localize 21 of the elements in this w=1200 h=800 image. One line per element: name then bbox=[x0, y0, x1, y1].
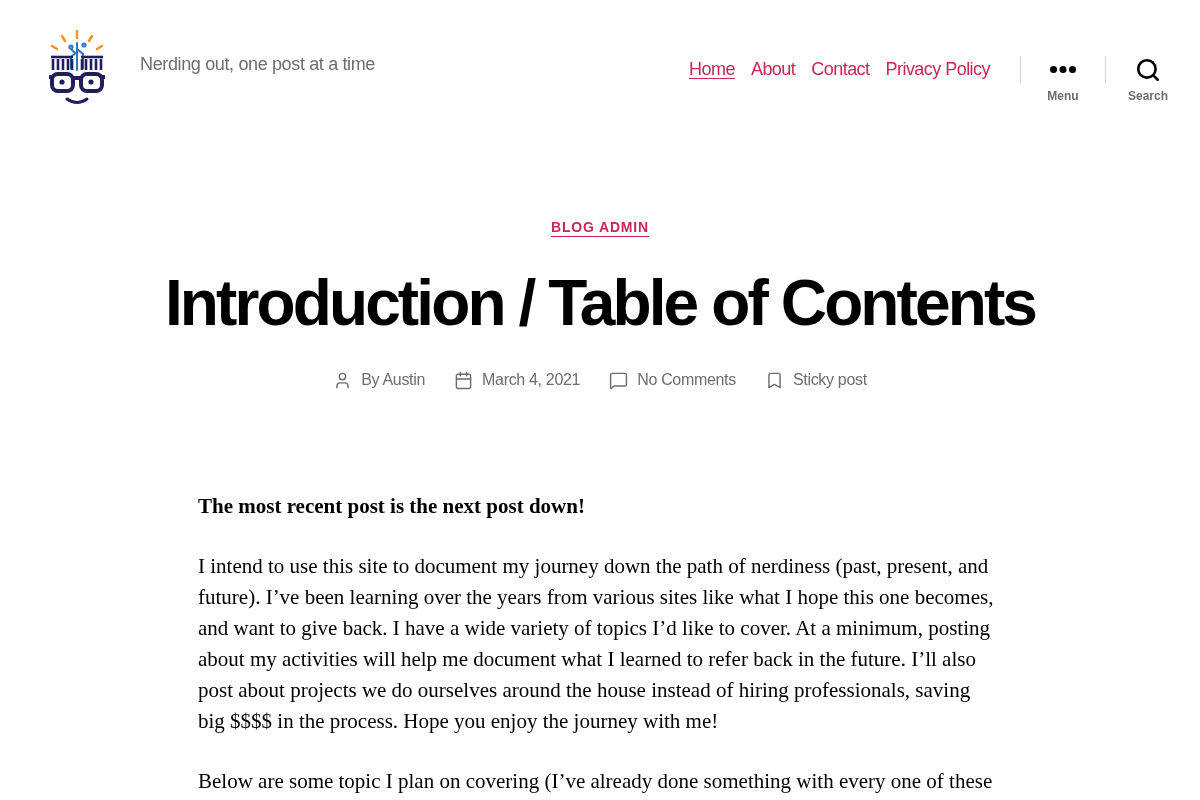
comment-icon bbox=[609, 370, 629, 390]
site-tagline: Nerding out, one post at a time bbox=[140, 52, 375, 76]
nav-link[interactable]: Privacy Policy bbox=[885, 55, 990, 83]
post-meta-link[interactable]: Sticky post bbox=[792, 368, 867, 393]
nav-link[interactable]: About bbox=[750, 55, 796, 83]
search-toggle[interactable]: Search bbox=[1106, 56, 1190, 105]
search-icon bbox=[1135, 56, 1161, 83]
nav-link[interactable]: Home bbox=[689, 55, 735, 83]
body-paragraph: Below are some topic I plan on covering (I’ve already done something with every one of these bbox=[198, 768, 994, 796]
category-link[interactable]: BLOG ADMIN bbox=[550, 217, 650, 238]
post-meta-link[interactable]: By Austin bbox=[361, 368, 426, 393]
post-meta-link[interactable]: March 4, 2021 bbox=[482, 368, 581, 393]
ellipsis-icon bbox=[1050, 66, 1076, 73]
menu-toggle[interactable]: Menu bbox=[1021, 56, 1105, 105]
nerd-glasses-logo[interactable] bbox=[48, 30, 106, 106]
body-paragraph: The most recent post is the next post down! bbox=[198, 493, 586, 521]
post-title: Introduction / Table of Contents bbox=[164, 268, 1036, 339]
calendar-icon bbox=[454, 370, 474, 390]
body-paragraph: I intend to use this site to document my journey down the path of nerdiness (past, present, and future). I’ve been learning over the years from various sites like what I hope this one becomes, and want to give back. I have a wide variety of topics I’d like to cover. At a minimum, posting about my activities will help me document what I learned to refer back in the future. I’ll also post about projects we do ourselves around the house instead of hiring professionals, saving big $$$$ in the process. Hope you enjoy the journey with me! bbox=[198, 553, 995, 736]
post-meta-link[interactable]: No Comments bbox=[637, 368, 736, 393]
nav-link[interactable]: Contact bbox=[811, 55, 870, 83]
